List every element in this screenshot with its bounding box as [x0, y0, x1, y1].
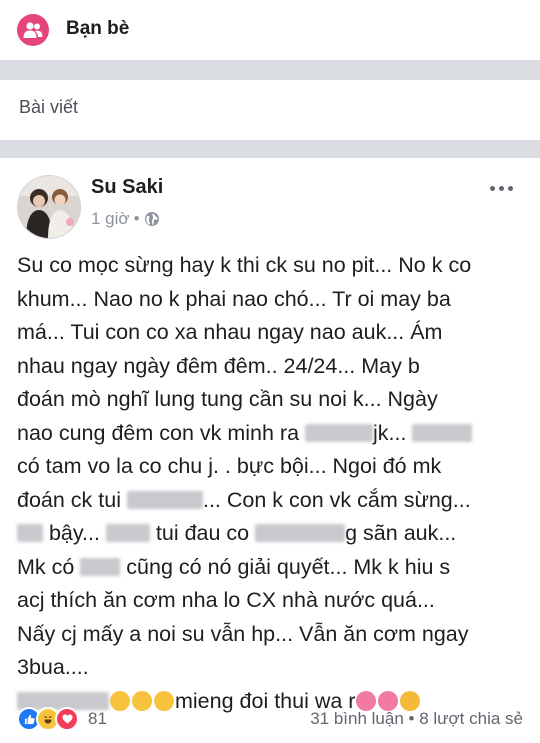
redacted-text: [126, 490, 203, 509]
more-options-button[interactable]: [484, 176, 518, 200]
post-line: Su co mọc sừng hay k thi ck su no pit...…: [17, 253, 472, 277]
post-line: bậy... tui đau co g sãn auk...: [17, 517, 527, 551]
stats-separator: •: [408, 709, 415, 728]
dot: [489, 185, 495, 191]
redacted-text: [305, 423, 374, 442]
nauseated-emoji-icon: [378, 690, 399, 711]
friends-label: Bạn bè: [66, 18, 130, 39]
redacted-text: [105, 524, 150, 542]
shares-count[interactable]: 8 lượt chia sẻ: [419, 709, 523, 728]
grinning-emoji-icon: [132, 690, 152, 711]
text-fragment: đoán ck tui: [17, 487, 127, 512]
friends-section[interactable]: Bạn bè: [0, 0, 540, 60]
globe-icon: [144, 211, 160, 227]
section-divider: [0, 60, 540, 80]
dot: [498, 185, 504, 191]
posts-section-header: [0, 80, 540, 140]
text-fragment: cũng có nó giải quyết... Mk k hiu s: [120, 554, 451, 579]
avatar[interactable]: [17, 175, 81, 239]
text-fragment: g sãn auk...: [345, 521, 457, 545]
post-author[interactable]: Su Saki: [91, 176, 163, 199]
engagement-stats: 31 bình luận • 8 lượt chia sẻ: [310, 709, 523, 729]
text-fragment: tui đau co: [149, 521, 256, 545]
nauseated-emoji-icon: [356, 690, 377, 711]
redacted-text: [412, 423, 473, 442]
friends-icon: [17, 14, 49, 46]
post-time[interactable]: 1 giờ: [91, 209, 130, 229]
reaction-count: 81: [88, 709, 107, 728]
post-line: má... Tui con co xa nhau ngay nao auk...…: [17, 320, 443, 344]
meta-separator: •: [133, 209, 140, 228]
post-line: đoán ck tui ... Con k con vk cắm sừng...: [17, 484, 527, 518]
comments-count[interactable]: 31 bình luận: [310, 709, 404, 728]
love-reaction-icon: [55, 707, 79, 731]
post-line: có tam vo la co chu j. . bực bội... Ngoi…: [17, 454, 442, 478]
section-divider: [0, 140, 540, 158]
redacted-text: [255, 524, 346, 542]
text-fragment: Mk có: [17, 554, 81, 579]
post-meta: 1 giờ •: [91, 209, 160, 229]
post-line: nao cung đêm con vk minh ra jk...: [17, 417, 527, 451]
text-fragment: nao cung đêm con vk minh ra: [17, 420, 306, 445]
redacted-text: [17, 524, 43, 542]
post-line: 3bua....: [17, 655, 89, 679]
post-line: Mk có cũng có nó giải quyết... Mk k hiu …: [17, 551, 527, 585]
grinning-emoji-icon: [110, 690, 130, 711]
posts-label: Bài viết: [19, 97, 79, 117]
text-fragment: bậy...: [43, 521, 106, 545]
text-fragment: ... Con k con vk cắm sừng...: [202, 487, 471, 512]
post-line: acj thích ăn cơm nha lo CX nhà nước quá.…: [17, 588, 435, 612]
post-body: Su co mọc sừng hay k thi ck su no pit...…: [17, 249, 527, 718]
reaction-summary[interactable]: 81: [17, 707, 107, 731]
post-line: nhau ngay ngày đêm đêm.. 24/24... May b: [17, 353, 420, 378]
redacted-text: [80, 557, 121, 576]
post-line: Nấy cj mấy a noi su vẫn hp... Vẫn ăn cơm…: [17, 621, 469, 646]
post-line: đoán mò nghĩ lung tung cần su noi k... N…: [17, 387, 438, 411]
grinning-emoji-icon: [154, 690, 174, 711]
text-fragment: jk...: [373, 420, 413, 445]
post-line: khum... Nao no k phai nao chó... Tr oi m…: [17, 286, 451, 311]
dot: [507, 185, 513, 191]
weary-emoji-icon: [400, 690, 421, 711]
